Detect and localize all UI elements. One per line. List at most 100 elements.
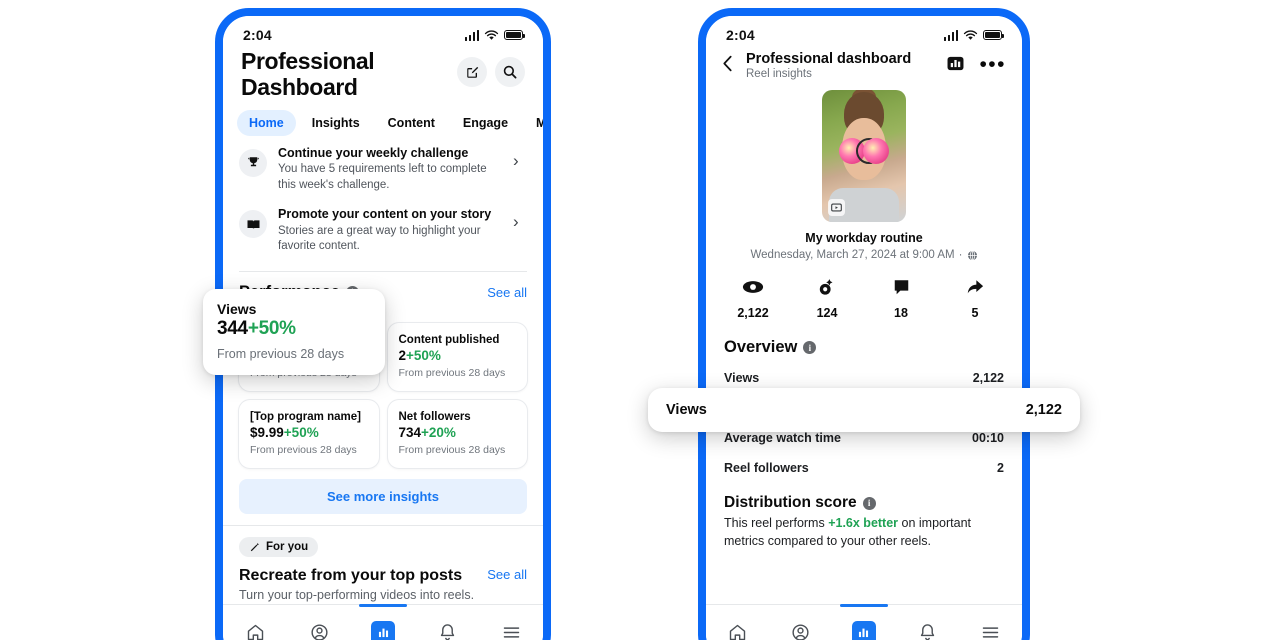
battery-icon (983, 30, 1005, 40)
chevron-right-icon: › (513, 212, 519, 232)
nav-profile[interactable] (781, 615, 821, 640)
nav-dashboard[interactable] (359, 603, 407, 640)
nav-menu[interactable] (970, 615, 1010, 640)
metric-card-value: 734+20% (399, 425, 517, 440)
tooltip-note: From previous 28 days (217, 347, 345, 361)
trophy-icon (239, 148, 267, 177)
list-item-text: Promote your content on your story Stori… (278, 207, 502, 255)
tooltip-value: 2,122 (1025, 402, 1062, 418)
menu-hamburger-icon (982, 627, 999, 638)
distribution-score-title: Distribution score (724, 494, 857, 511)
share-arrow-icon (938, 275, 1012, 299)
nav-dashboard[interactable] (839, 603, 888, 640)
list-item-subtitle: Stories are a great way to highlight you… (278, 224, 481, 253)
see-more-insights-button[interactable]: See more insights (239, 478, 527, 514)
tooltip-number: 344 (217, 318, 248, 339)
nav-menu[interactable] (491, 615, 531, 640)
post-preview: My workday routine Wednesday, March 27, … (706, 80, 1022, 261)
metric-card-label: [Top program name] (250, 410, 361, 423)
left-tab-bar: Home Insights Content Engage M (223, 101, 543, 136)
reel-clapper-icon (828, 199, 845, 216)
nav-profile[interactable] (299, 615, 339, 640)
nav-notifications[interactable] (427, 615, 467, 640)
tooltip-label: Views (666, 402, 707, 418)
left-scroll-content: Continue your weekly challenge You have … (223, 140, 543, 640)
list-item-title: Continue your weekly challenge (278, 145, 469, 160)
bar-chart-icon (371, 620, 395, 640)
metric-value: $9.99 (250, 424, 284, 440)
signal-bars-icon (464, 29, 479, 41)
views-tooltip-card-left[interactable]: Views 344+50% From previous 28 days (203, 289, 385, 375)
search-button[interactable] (495, 57, 525, 87)
eye-icon (716, 275, 790, 299)
menu-hamburger-icon (503, 627, 519, 638)
nav-home[interactable] (718, 615, 758, 640)
more-options-button[interactable]: ••• (979, 55, 1006, 75)
engagement-metrics-row: 2,122 124 18 5 (706, 261, 1022, 320)
distribution-score-header: Distribution score i (706, 483, 1022, 512)
recreate-title: Recreate from your top posts (239, 566, 463, 584)
nav-notifications[interactable] (907, 615, 947, 640)
list-item-text: Continue your weekly challenge You have … (278, 146, 502, 194)
right-header-actions: ••• (946, 54, 1006, 78)
post-meta-separator: · (958, 249, 963, 261)
tooltip-label: Views (217, 301, 257, 317)
status-icons (943, 29, 1005, 41)
insights-chart-button[interactable] (946, 54, 965, 78)
metric-card-top-program[interactable]: [Top program name] $9.99+50% From previo… (239, 399, 379, 468)
for-you-badge-label: For you (266, 540, 309, 553)
reel-thumbnail[interactable] (822, 90, 906, 222)
page-title: Professional dashboard (746, 51, 912, 67)
post-caption: My workday routine (805, 231, 923, 245)
metric-likes[interactable]: 124 (790, 275, 864, 320)
overview-row-value: 2 (997, 461, 1004, 475)
performance-see-all-link[interactable]: See all (487, 285, 527, 300)
tab-content[interactable]: Content (376, 110, 447, 136)
thumbnail-detail (863, 138, 889, 164)
left-header: Professional Dashboard (223, 45, 543, 101)
tab-monetize[interactable]: M (524, 110, 543, 136)
right-screen: 2:04 Professional dashboard Reel insight… (706, 16, 1022, 640)
overview-row-value: 2,122 (972, 371, 1004, 385)
profile-icon (792, 624, 809, 640)
left-status-bar: 2:04 (223, 16, 543, 45)
info-icon[interactable]: i (862, 496, 876, 510)
metric-card-content-published[interactable]: Content published 2+50% From previous 28… (387, 322, 527, 391)
metric-value: 5 (971, 306, 979, 320)
compose-edit-button[interactable] (457, 57, 487, 87)
list-item-promote-story[interactable]: Promote your content on your story Stori… (223, 201, 543, 263)
page-title: Professional Dashboard (241, 48, 375, 100)
profile-icon (310, 624, 328, 640)
recreate-header: Recreate from your top posts See all (223, 558, 543, 585)
metric-shares[interactable]: 5 (938, 275, 1012, 320)
metric-views[interactable]: 2,122 (716, 275, 790, 320)
right-header: Professional dashboard Reel insights ••• (706, 45, 1022, 80)
overview-row-value: 00:10 (972, 431, 1004, 445)
metric-card-note: From previous 28 days (250, 443, 357, 456)
metric-delta: +20% (421, 424, 456, 440)
like-heart-icon (790, 275, 864, 299)
list-item-weekly-challenge[interactable]: Continue your weekly challenge You have … (223, 140, 543, 202)
overview-row-reel-followers[interactable]: Reel followers 2 (724, 453, 1004, 483)
info-icon[interactable]: i (803, 341, 817, 354)
metric-value: 2,122 (737, 306, 769, 320)
right-header-titles: Professional dashboard Reel insights (746, 51, 936, 80)
recreate-see-all-link[interactable]: See all (487, 567, 527, 582)
back-chevron-icon (723, 55, 732, 72)
tooltip-delta: +50% (247, 318, 296, 339)
tab-engage[interactable]: Engage (451, 110, 520, 136)
magic-wand-icon (250, 542, 260, 552)
tab-insights[interactable]: Insights (300, 110, 372, 136)
compose-edit-icon (466, 66, 478, 78)
post-timestamp: Wednesday, March 27, 2024 at 9:00 AM (750, 249, 955, 261)
metric-delta: +50% (406, 347, 441, 363)
home-icon (729, 624, 746, 640)
metric-card-net-followers[interactable]: Net followers 734+20% From previous 28 d… (387, 399, 527, 468)
back-button[interactable] (722, 55, 736, 76)
nav-home[interactable] (235, 615, 275, 640)
distribution-score-text: This reel performs +1.6x better on impor… (706, 512, 1022, 551)
metric-comments[interactable]: 18 (864, 275, 938, 320)
tab-home[interactable]: Home (237, 109, 296, 136)
metric-value: 734 (398, 424, 422, 440)
views-tooltip-row-right[interactable]: Views 2,122 (648, 388, 1080, 432)
